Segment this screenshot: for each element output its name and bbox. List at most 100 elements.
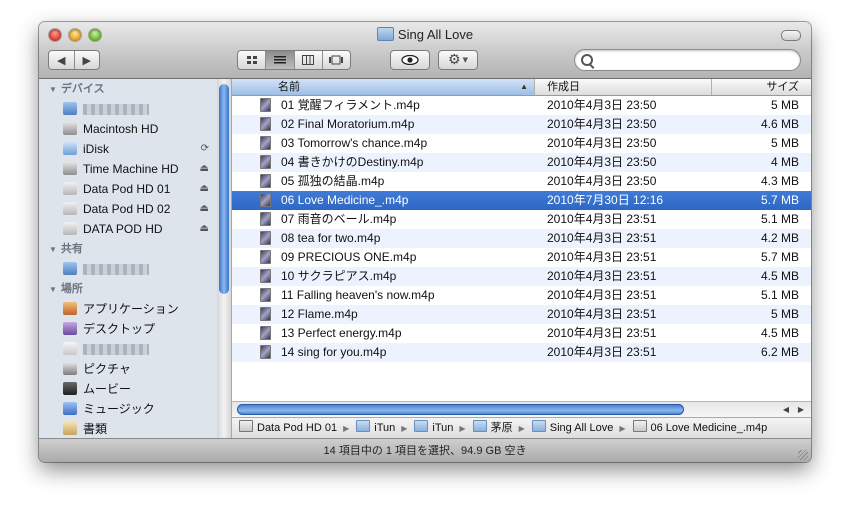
sidebar-item[interactable]: Macintosh HD — [39, 119, 217, 139]
sidebar-scroll-thumb[interactable] — [219, 84, 229, 294]
sidebar-item[interactable]: ムービー — [39, 379, 217, 399]
action-menu-button[interactable]: ⚙ ▼ — [438, 50, 478, 70]
path-segment[interactable]: 茅原 — [472, 420, 513, 434]
file-size: 5.7 MB — [760, 193, 799, 207]
sidebar-item[interactable]: デスクトップ — [39, 319, 217, 339]
audio-file-icon — [260, 345, 271, 359]
chevron-down-icon: ▼ — [462, 56, 468, 64]
file-row[interactable]: 05 孤独の結晶.m4p 2010年4月3日 23:50 4.3 MB — [232, 172, 811, 191]
icon-view-button[interactable] — [238, 51, 267, 69]
sidebar-item[interactable]: Data Pod HD 02 ⏏ — [39, 199, 217, 219]
column-date-header[interactable]: 作成日 — [535, 79, 712, 95]
sidebar-item[interactable] — [39, 99, 217, 119]
audio-file-icon — [260, 288, 271, 302]
file-row[interactable]: 02 Final Moratorium.m4p 2010年4月3日 23:50 4.… — [232, 115, 811, 134]
path-separator-icon: ▶ — [619, 424, 626, 433]
file-size: 5 MB — [770, 98, 799, 112]
external-disk-icon — [63, 182, 77, 195]
movies-icon — [63, 382, 77, 395]
file-row[interactable]: 11 Falling heaven's now.m4p 2010年4月3日 23:… — [232, 286, 811, 305]
sidebar-section-header[interactable]: ▼ 共有 — [39, 239, 217, 259]
sidebar-item-label: Time Machine HD — [83, 162, 179, 176]
file-name: 01 覚醒フィラメント.m4p — [281, 98, 420, 112]
sidebar-section-header[interactable]: ▼ デバイス — [39, 79, 217, 99]
column-name-header[interactable]: 名前 ▲ — [232, 79, 535, 95]
back-icon: ◀ — [57, 53, 66, 67]
sidebar-item[interactable]: Time Machine HD ⏏ — [39, 159, 217, 179]
file-name: 10 サクラピアス.m4p — [281, 269, 397, 283]
file-date: 2010年4月3日 23:51 — [547, 345, 657, 359]
file-row[interactable]: 04 書きかけのDestiny.m4p 2010年4月3日 23:50 4 MB — [232, 153, 811, 172]
path-segment-label: iTun — [432, 422, 454, 434]
eject-icon[interactable]: ⏏ — [200, 219, 209, 239]
scroll-right-arrow[interactable]: ▶ — [794, 403, 808, 416]
path-segment[interactable]: iTun — [414, 420, 454, 434]
sidebar-item[interactable]: アプリケーション — [39, 299, 217, 319]
sidebar-item[interactable]: ピクチャ — [39, 359, 217, 379]
path-segment[interactable]: Sing All Love — [531, 420, 613, 434]
path-segment[interactable]: iTun — [356, 420, 395, 434]
file-date: 2010年4月3日 23:50 — [547, 174, 657, 188]
cover-flow-button[interactable] — [323, 51, 350, 69]
file-row[interactable]: 09 PRECIOUS ONE.m4p 2010年4月3日 23:51 5.7 MB — [232, 248, 811, 267]
file-row[interactable]: 12 Flame.m4p 2010年4月3日 23:51 5 MB — [232, 305, 811, 324]
column-size-header[interactable]: サイズ — [712, 79, 811, 95]
quick-look-button[interactable] — [390, 50, 430, 70]
file-row[interactable]: 08 tea for two.m4p 2010年4月3日 23:51 4.2 MB — [232, 229, 811, 248]
file-row[interactable]: 07 雨音のベール.m4p 2010年4月3日 23:51 5.1 MB — [232, 210, 811, 229]
sidebar-item[interactable]: DATA POD HD ⏏ — [39, 219, 217, 239]
sidebar-item[interactable] — [39, 339, 217, 359]
sidebar-item[interactable]: 書類 — [39, 419, 217, 438]
sidebar-item-label: ピクチャ — [83, 362, 131, 376]
file-row[interactable]: 03 Tomorrow's chance.m4p 2010年4月3日 23:50 5… — [232, 134, 811, 153]
path-segment[interactable]: Data Pod HD 01 — [239, 420, 337, 434]
forward-button[interactable]: ▶ — [75, 51, 100, 69]
eye-icon — [401, 55, 419, 65]
eject-icon[interactable]: ⏏ — [200, 179, 209, 199]
sidebar-item[interactable] — [39, 259, 217, 279]
list-view-icon — [273, 56, 286, 64]
sidebar-item-label: Data Pod HD 02 — [83, 202, 171, 216]
disclosure-triangle-icon[interactable]: ▼ — [49, 240, 57, 260]
disclosure-triangle-icon[interactable]: ▼ — [49, 280, 57, 300]
sync-icon[interactable]: ⟳ — [201, 139, 209, 159]
sidebar-item-label: ミュージック — [83, 402, 155, 416]
search-field[interactable] — [574, 49, 801, 71]
horizontal-scrollbar[interactable]: ◀ ▶ — [232, 401, 811, 418]
sidebar-item[interactable]: iDisk ⟳ — [39, 139, 217, 159]
file-row[interactable]: 01 覚醒フィラメント.m4p 2010年4月3日 23:50 5 MB — [232, 96, 811, 115]
external-disk-icon — [63, 202, 77, 215]
icon-view-icon — [246, 56, 257, 64]
path-segment[interactable]: 06 Love Medicine_.m4p — [632, 420, 768, 434]
sidebar-item[interactable]: Data Pod HD 01 ⏏ — [39, 179, 217, 199]
file-row[interactable]: 06 Love Medicine_.m4p 2010年7月30日 12:16 5.7… — [232, 191, 811, 210]
file-date: 2010年4月3日 23:50 — [547, 155, 657, 169]
file-name: 05 孤独の結晶.m4p — [281, 174, 385, 188]
eject-icon[interactable]: ⏏ — [200, 199, 209, 219]
sidebar-item-label: DATA POD HD — [83, 222, 163, 236]
disclosure-triangle-icon[interactable]: ▼ — [49, 80, 57, 100]
file-date: 2010年4月3日 23:51 — [547, 250, 657, 264]
audio-file-icon — [260, 155, 271, 169]
column-view-button[interactable] — [295, 51, 323, 69]
back-button[interactable]: ◀ — [49, 51, 75, 69]
scroll-left-arrow[interactable]: ◀ — [779, 403, 793, 416]
sidebar-item[interactable]: ミュージック — [39, 399, 217, 419]
audio-file-icon — [260, 269, 271, 283]
resize-grip[interactable] — [798, 450, 808, 460]
file-row[interactable]: 10 サクラピアス.m4p 2010年4月3日 23:51 4.5 MB — [232, 267, 811, 286]
window-title-text: Sing All Love — [397, 27, 474, 42]
eject-icon[interactable]: ⏏ — [200, 159, 209, 179]
sidebar-section-header[interactable]: ▼ 場所 — [39, 279, 217, 299]
path-segment-label: 06 Love Medicine_.m4p — [650, 422, 768, 434]
horizontal-scroll-thumb[interactable] — [237, 404, 684, 415]
list-view-button[interactable] — [266, 51, 295, 69]
desktop-icon — [63, 322, 77, 335]
toolbar-toggle-button[interactable] — [781, 30, 801, 41]
file-row[interactable]: 14 sing for you.m4p 2010年4月3日 23:51 6.2 MB — [232, 343, 811, 362]
file-row[interactable]: 13 Perfect energy.m4p 2010年4月3日 23:51 4.5 … — [232, 324, 811, 343]
audio-file-icon — [260, 250, 271, 264]
file-date: 2010年4月3日 23:50 — [547, 117, 657, 131]
status-bar: 14 項目中の 1 項目を選択、94.9 GB 空き — [39, 438, 811, 462]
file-date: 2010年4月3日 23:51 — [547, 212, 657, 226]
